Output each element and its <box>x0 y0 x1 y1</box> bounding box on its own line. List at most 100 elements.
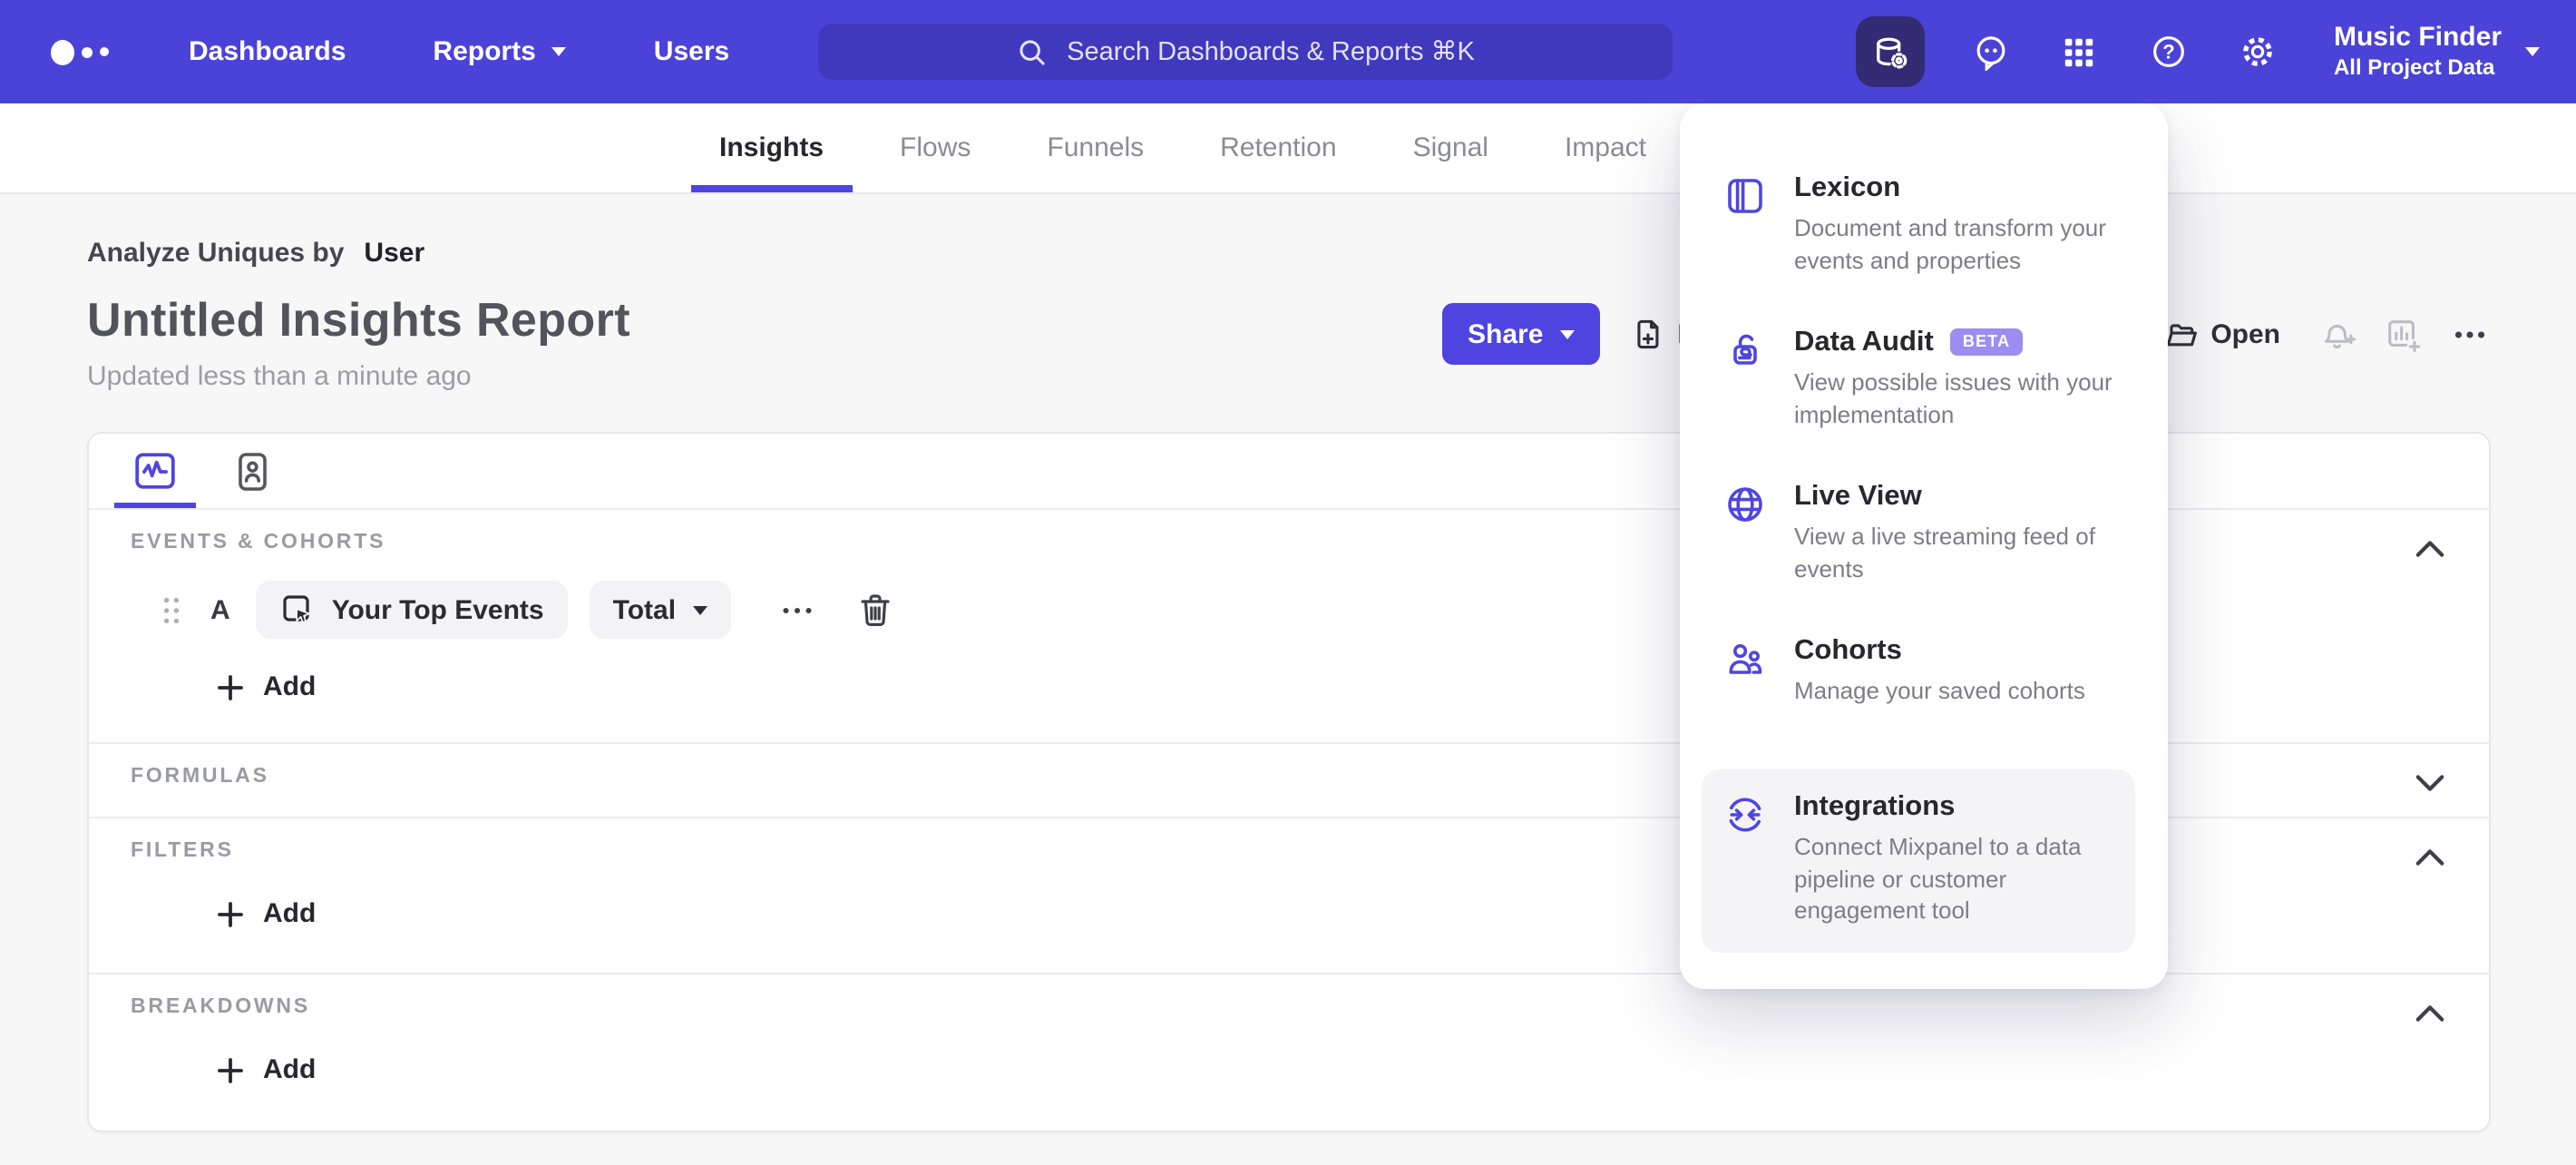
menu-item-data-audit[interactable]: Data Audit BETA View possible issues wit… <box>1680 308 2168 450</box>
page-header: Analyze Uniques by User Untitled Insight… <box>0 194 2576 392</box>
menu-item-description: Manage your saved cohorts <box>1794 676 2085 704</box>
tab-retention[interactable]: Retention <box>1220 103 1336 192</box>
primary-nav: Dashboards Reports Users <box>189 36 729 67</box>
menu-item-text: Live View View a live streaming feed of … <box>1794 481 2113 586</box>
add-filter-button[interactable]: Add <box>218 898 316 929</box>
search-icon <box>1020 39 1045 64</box>
lexicon-book-icon <box>1728 179 1762 213</box>
chevron-down-icon <box>1559 329 1575 338</box>
open-label: Open <box>2210 318 2280 349</box>
chevron-down-icon <box>2525 47 2540 56</box>
menu-item-title: Lexicon <box>1794 172 1901 203</box>
data-management-menu: Lexicon Document and transform your even… <box>1680 103 2168 990</box>
menu-item-title: Live View <box>1794 480 1922 512</box>
plus-icon <box>218 1057 243 1082</box>
top-nav: Dashboards Reports Users Search Dashboar… <box>0 0 2576 103</box>
tab-funnels[interactable]: Funnels <box>1047 103 1144 192</box>
project-labels: Music Finder All Project Data <box>2334 22 2502 82</box>
nav-item-users[interactable]: Users <box>654 36 729 67</box>
nav-item-dashboards[interactable]: Dashboards <box>189 36 346 67</box>
search-placeholder: Search Dashboards & Reports ⌘K <box>1067 37 1475 66</box>
add-label: Add <box>263 1054 317 1085</box>
section-label: BREAKDOWNS <box>131 996 310 1018</box>
svg-text:?: ? <box>2162 41 2174 64</box>
database-gear-icon <box>1878 36 1908 68</box>
menu-item-description: Connect Mixpanel to a data pipeline or c… <box>1794 832 2082 925</box>
menu-item-cohorts[interactable]: Cohorts Manage your saved cohorts <box>1680 616 2168 725</box>
help-icon[interactable]: ? <box>2149 32 2189 72</box>
project-switcher[interactable]: Music Finder All Project Data <box>2334 22 2540 82</box>
expand-chevron-icon[interactable] <box>2405 759 2453 806</box>
menu-item-live-view[interactable]: Live View View a live streaming feed of … <box>1680 463 2168 604</box>
toolbar-right: Open <box>2161 303 2491 365</box>
event-name: Your Top Events <box>331 594 544 625</box>
settings-gear-icon[interactable] <box>2238 32 2278 72</box>
menu-item-text: Integrations Connect Mixpanel to a data … <box>1794 790 2095 928</box>
data-management-icon[interactable] <box>1856 16 1926 87</box>
live-view-globe-icon <box>1728 486 1762 522</box>
cohorts-people-icon <box>1729 643 1762 674</box>
tab-signal[interactable]: Signal <box>1413 103 1488 192</box>
add-label: Add <box>263 898 317 929</box>
tab-impact[interactable]: Impact <box>1565 103 1646 192</box>
menu-item-title: Cohorts <box>1794 634 1902 666</box>
analyze-entity-selector[interactable]: User <box>364 238 424 269</box>
menu-item-description: Document and transform your events and p… <box>1794 214 2106 274</box>
share-button[interactable]: Share <box>1442 303 1600 365</box>
insights-chart-tab-icon[interactable] <box>114 434 196 508</box>
nav-right-cluster: ? Music Finder All Project Data <box>1856 0 2576 103</box>
menu-item-lexicon[interactable]: Lexicon Document and transform your even… <box>1680 154 2168 296</box>
collapse-chevron-icon[interactable] <box>2405 833 2453 880</box>
drag-handle-icon[interactable] <box>161 594 181 625</box>
add-event-button[interactable]: Add <box>218 671 316 702</box>
breakdowns-section: BREAKDOWNS Add <box>89 973 2489 1129</box>
add-label: Add <box>263 671 317 702</box>
nav-item-label: Dashboards <box>189 36 346 67</box>
event-cursor-icon <box>283 595 310 623</box>
project-scope: All Project Data <box>2333 54 2495 80</box>
collapse-chevron-icon[interactable] <box>2405 524 2453 572</box>
apps-grid-icon[interactable] <box>2060 32 2100 72</box>
analyze-label: Analyze Uniques by <box>87 238 345 269</box>
open-button[interactable]: Open <box>2161 316 2280 352</box>
row-more-ellipsis-icon[interactable] <box>779 592 814 627</box>
chevron-down-icon <box>692 605 707 614</box>
nav-item-label: Users <box>653 36 730 67</box>
menu-item-title: Integrations <box>1794 790 1956 822</box>
series-letter: A <box>210 594 230 625</box>
menu-item-description: View a live streaming feed of events <box>1794 522 2095 582</box>
add-to-dashboard-icon[interactable] <box>2384 315 2422 353</box>
tab-insights[interactable]: Insights <box>690 103 852 192</box>
mixpanel-logo-icon[interactable] <box>51 39 109 64</box>
tab-flows[interactable]: Flows <box>900 103 971 192</box>
report-tabbar: Insights Flows Funnels Retention Signal … <box>0 103 2576 194</box>
feedback-chat-icon[interactable] <box>1971 32 2011 72</box>
project-name: Music Finder <box>2333 22 2502 53</box>
menu-item-text: Data Audit BETA View possible issues wit… <box>1794 327 2113 432</box>
search-input[interactable]: Search Dashboards & Reports ⌘K <box>818 24 1673 80</box>
plus-icon <box>218 901 243 926</box>
event-selector[interactable]: Your Top Events <box>255 581 568 639</box>
nav-item-reports[interactable]: Reports <box>433 36 567 67</box>
menu-item-description: View possible issues with your implement… <box>1794 367 2113 428</box>
nav-item-label: Reports <box>433 36 536 67</box>
metric-name: Total <box>612 594 677 625</box>
integrations-sync-icon <box>1729 797 1761 831</box>
data-audit-lock-icon <box>1733 334 1757 365</box>
menu-item-title: Data Audit BETA <box>1794 327 2113 359</box>
beta-badge: BETA <box>1949 328 2024 357</box>
mixpanel-app: Dashboards Reports Users Search Dashboar… <box>0 0 2576 1165</box>
add-breakdown-button[interactable]: Add <box>218 1054 316 1085</box>
profiles-person-tab-icon[interactable] <box>229 434 276 508</box>
menu-item-integrations[interactable]: Integrations Connect Mixpanel to a data … <box>1702 769 2135 954</box>
collapse-chevron-icon[interactable] <box>2405 989 2453 1036</box>
chevron-down-icon <box>551 47 567 56</box>
alert-bell-plus-icon[interactable] <box>2318 315 2356 353</box>
delete-trash-icon[interactable] <box>857 592 892 628</box>
share-label: Share <box>1468 318 1544 349</box>
menu-item-text: Cohorts Manage your saved cohorts <box>1794 634 2085 707</box>
more-ellipsis-icon[interactable] <box>2449 313 2491 355</box>
plus-icon <box>218 674 243 700</box>
new-report-icon <box>1636 319 1658 349</box>
metric-selector[interactable]: Total <box>589 581 731 639</box>
